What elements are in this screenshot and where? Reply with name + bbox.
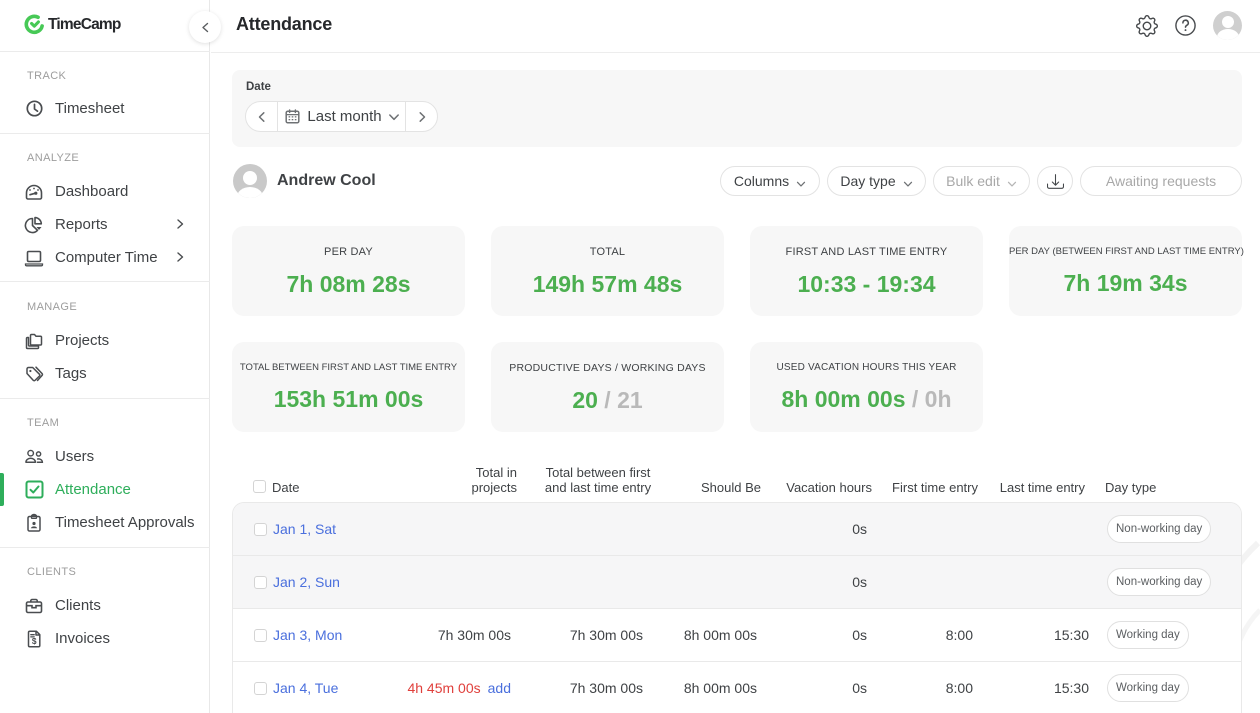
svg-text:$: $ (32, 635, 37, 645)
